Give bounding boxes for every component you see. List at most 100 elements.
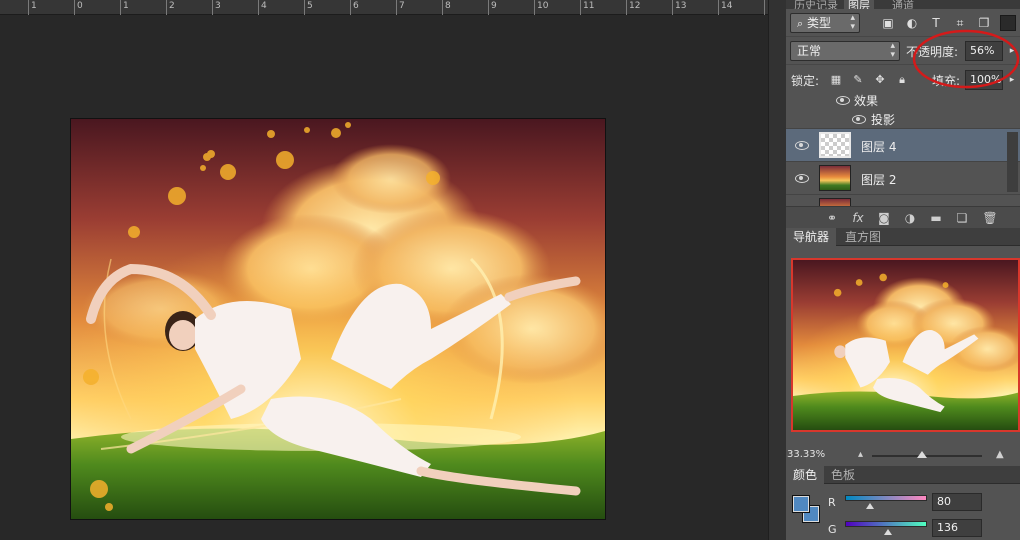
link-layers-icon[interactable]: ⚭ <box>824 210 840 226</box>
channel-r-slider-thumb[interactable] <box>866 503 875 509</box>
layer-name: 图层 4 <box>861 140 897 154</box>
ruler-number: 6 <box>353 1 359 11</box>
new-layer-icon[interactable]: ❏ <box>954 210 970 226</box>
artwork-image[interactable] <box>71 119 605 519</box>
layer-effect-drop-shadow-row[interactable]: 投影 <box>786 109 1020 129</box>
lock-transparent-pixels-icon[interactable]: ▦ <box>828 72 844 88</box>
ruler-tick <box>28 0 29 15</box>
ruler-tick <box>166 0 167 15</box>
channel-r-label: R <box>828 496 836 509</box>
ruler-number: 9 <box>491 1 497 11</box>
ruler-tick <box>120 0 121 15</box>
ruler-number: 3 <box>215 1 221 11</box>
ruler-tick <box>672 0 673 15</box>
layers-footer-toolbar: ⚭ fx ◙ ◑ ▬ ❏ 🗑︎ <box>786 206 1020 228</box>
zoom-percent-field[interactable]: 33.33% <box>787 449 825 460</box>
ruler-tick <box>534 0 535 15</box>
tab-channels[interactable]: 通道 <box>888 0 918 12</box>
zoom-out-icon[interactable]: ▴ <box>858 449 863 460</box>
ruler-number: 0 <box>77 1 83 11</box>
ruler-tick <box>212 0 213 15</box>
eye-icon[interactable] <box>795 173 809 183</box>
ruler-number: 4 <box>261 1 267 11</box>
ruler-number: 7 <box>399 1 405 11</box>
adjustment-layer-icon[interactable]: ◑ <box>902 210 918 226</box>
ruler-tick <box>350 0 351 15</box>
channel-g-slider[interactable] <box>845 521 927 527</box>
color-panel: R 80 G 136 <box>786 484 1020 540</box>
ruler-tick <box>580 0 581 15</box>
ruler-tick <box>764 0 765 15</box>
navigator-zoom-row: 33.33% ▴ ▲ <box>786 446 1020 464</box>
navigator-preview[interactable] <box>791 258 1020 432</box>
blend-mode-value: 正常 <box>797 44 822 58</box>
photoshop-window: 1 0 1 2 3 4 5 6 7 8 9 10 11 12 13 14 历史记… <box>0 0 1020 540</box>
ruler-number: 1 <box>123 1 129 11</box>
dancer-scene-illustration <box>71 119 605 519</box>
ruler-tick <box>258 0 259 15</box>
channel-r-slider[interactable] <box>845 495 927 501</box>
ruler-tick <box>304 0 305 15</box>
ruler-number: 11 <box>583 1 595 11</box>
layer-row-layer2[interactable]: 图层 2 <box>786 162 1020 195</box>
new-group-icon[interactable]: ▬ <box>928 210 944 226</box>
horizontal-ruler[interactable]: 1 0 1 2 3 4 5 6 7 8 9 10 11 12 13 14 <box>0 0 768 15</box>
document-canvas-area[interactable]: 1 0 1 2 3 4 5 6 7 8 9 10 11 12 13 14 <box>0 0 768 540</box>
lock-position-icon[interactable]: ✥ <box>872 72 888 88</box>
eye-icon[interactable] <box>852 114 866 124</box>
ruler-number: 2 <box>169 1 175 11</box>
ruler-number: 8 <box>445 1 451 11</box>
lock-image-pixels-icon[interactable]: ✎ <box>850 72 866 88</box>
layer-row-background[interactable]: 背景 <box>786 195 1020 206</box>
tab-swatches[interactable]: 色板 <box>824 466 862 484</box>
ruler-tick <box>488 0 489 15</box>
lock-label: 锁定: <box>791 74 820 88</box>
tab-navigator[interactable]: 导航器 <box>786 228 837 246</box>
right-panel-dock: 历史记录 图层 通道 ⌕ 类型 ▴ ▾ ▣ ◐ T ⌗ ❐ 正常 ▴ ▾ 不透明度: <box>786 0 1020 540</box>
add-mask-icon[interactable]: ◙ <box>876 210 892 226</box>
ruler-tick <box>718 0 719 15</box>
canvas-vertical-scrollbar[interactable] <box>768 0 786 540</box>
channel-r-value[interactable]: 80 <box>932 493 982 511</box>
ruler-tick <box>74 0 75 15</box>
zoom-slider-track[interactable] <box>872 455 982 457</box>
navigator-tabs: 导航器 直方图 <box>786 228 1020 246</box>
layer-style-icon[interactable]: fx <box>850 210 866 226</box>
layers-list[interactable]: 效果 投影 图层 4 图层 2 背景 <box>786 92 1020 206</box>
channel-g-label: G <box>828 523 837 536</box>
tab-layers[interactable]: 图层 <box>844 0 874 12</box>
filter-kind-label: 类型 <box>807 16 832 30</box>
ruler-number: 5 <box>307 1 313 11</box>
ruler-number: 12 <box>629 1 641 11</box>
ruler-tick <box>396 0 397 15</box>
ruler-number: 1 <box>31 1 37 11</box>
ruler-tick <box>442 0 443 15</box>
channel-g-slider-thumb[interactable] <box>884 529 893 535</box>
tab-color[interactable]: 颜色 <box>786 466 825 484</box>
foreground-color-swatch[interactable] <box>792 495 810 513</box>
trash-icon[interactable]: 🗑︎ <box>982 210 998 226</box>
color-panel-tabs: 颜色 色板 <box>786 466 1020 484</box>
eye-icon[interactable] <box>795 140 809 150</box>
layer-name: 图层 2 <box>861 173 897 187</box>
image-filter-icon[interactable]: ▣ <box>880 15 896 31</box>
layer-row-layer4[interactable]: 图层 4 <box>786 129 1020 162</box>
ruler-number: 13 <box>675 1 687 11</box>
tab-histogram[interactable]: 直方图 <box>838 228 888 246</box>
channel-g-value[interactable]: 136 <box>932 519 982 537</box>
tab-history[interactable]: 历史记录 <box>790 0 842 12</box>
zoom-in-icon[interactable]: ▲ <box>996 449 1004 460</box>
layer-thumbnail <box>819 165 851 191</box>
lock-all-icon[interactable]: 🔒︎ <box>894 72 910 88</box>
layer-effects-row[interactable]: 效果 <box>786 92 1020 109</box>
navigator-thumbnail <box>793 260 1018 430</box>
layer-filter-select[interactable]: ⌕ 类型 ▴ ▾ <box>790 13 860 33</box>
ruler-tick <box>626 0 627 15</box>
drop-shadow-label: 投影 <box>871 113 896 127</box>
layer-thumbnail <box>819 198 851 206</box>
blend-mode-select[interactable]: 正常 ▴ ▾ <box>790 41 900 61</box>
layers-scrollbar[interactable] <box>1007 132 1018 192</box>
zoom-slider-thumb[interactable] <box>916 451 927 458</box>
updown-arrows-icon: ▴ ▾ <box>890 41 895 60</box>
eye-icon[interactable] <box>836 95 850 105</box>
